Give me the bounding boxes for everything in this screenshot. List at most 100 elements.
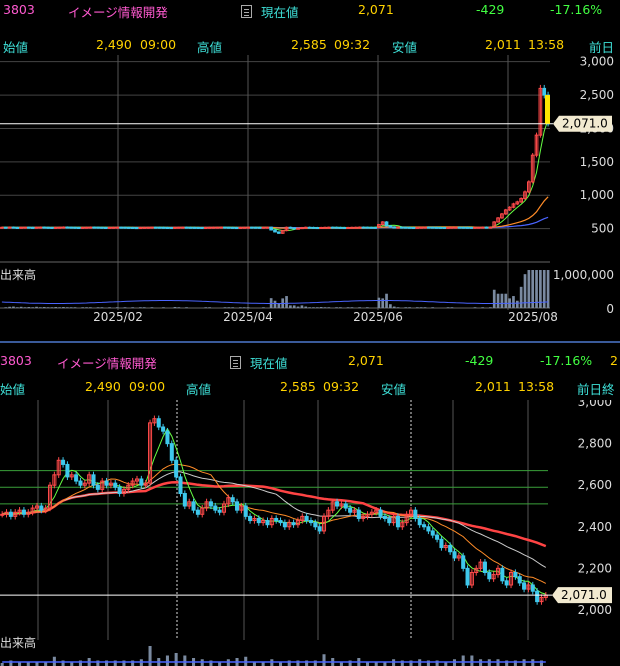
- volume-bar: [15, 307, 19, 308]
- candle-body: [169, 443, 174, 461]
- candle-body: [343, 503, 348, 509]
- volume-bar: [515, 300, 519, 308]
- candle-body: [473, 226, 477, 229]
- x-tick-label: 2025/02: [93, 310, 143, 324]
- low-label-2: 安値: [381, 382, 407, 397]
- volume-bar: [73, 307, 77, 308]
- volume-bar: [123, 307, 127, 308]
- candle-body: [3, 226, 8, 229]
- candle-body: [123, 226, 127, 229]
- volume-bar: [174, 653, 178, 666]
- low-time-2: 13:58: [518, 379, 555, 394]
- candle-body: [434, 226, 439, 229]
- volume-bar: [519, 286, 523, 308]
- volume-label: 出来高: [0, 267, 36, 282]
- volume-bar: [381, 298, 385, 308]
- candle-body: [500, 567, 505, 582]
- volume-bar: [423, 307, 427, 308]
- candle-body: [65, 226, 70, 229]
- open-value: 2,490: [96, 37, 132, 52]
- candle-body: [153, 226, 158, 229]
- volume-bar: [39, 307, 42, 308]
- candle-body: [330, 226, 335, 229]
- volume-bar: [450, 307, 454, 308]
- volume-bar: [335, 307, 338, 308]
- candle-body: [0, 226, 4, 229]
- volume-bar: [183, 655, 187, 666]
- volume-bar: [300, 305, 304, 308]
- candle-body: [50, 226, 54, 229]
- volume-bar: [346, 307, 350, 308]
- volume-bar: [227, 307, 231, 308]
- candle-body: [61, 226, 66, 229]
- volume-bar: [58, 307, 61, 308]
- candle-body: [415, 226, 420, 229]
- candle-body: [250, 226, 254, 229]
- candle-body: [335, 501, 340, 507]
- candle-body: [196, 226, 200, 229]
- candle-body: [42, 226, 47, 229]
- volume-bar: [242, 307, 246, 308]
- candle-body: [203, 226, 208, 229]
- candle-body: [78, 480, 83, 486]
- volume-bar: [150, 307, 154, 308]
- volume-bar: [100, 307, 104, 308]
- candle-body: [19, 226, 23, 229]
- volume-bar: [431, 307, 435, 308]
- candle-body: [191, 501, 196, 511]
- candle-body: [435, 534, 440, 540]
- volume-bar: [365, 307, 369, 308]
- candle-body: [80, 226, 85, 229]
- candle-body: [161, 426, 166, 432]
- candle-body: [77, 226, 81, 229]
- volume-bar: [8, 306, 11, 308]
- intraday-chart-svg[interactable]: 3,000 2,800 2,600 2,400 2,200 2,0002,071.0 出来高: [0, 400, 620, 666]
- candle-body: [208, 501, 213, 507]
- candle-body: [411, 226, 416, 229]
- candle-body: [34, 226, 39, 229]
- ohl-row-2: 始値 2,490 09:00 高値 2,585 09:32 安値 2,011 1…: [0, 377, 620, 397]
- candle-body: [117, 486, 122, 495]
- today-candle-highlight: [545, 95, 550, 124]
- candle-body: [465, 567, 470, 586]
- price-change-pct: -17.16%: [550, 2, 603, 17]
- candle-body: [457, 226, 462, 229]
- candle-body: [448, 544, 453, 553]
- candle-body: [265, 226, 270, 229]
- candle-body: [426, 526, 431, 532]
- volume-bar: [89, 307, 92, 308]
- candle-body: [227, 226, 231, 229]
- candle-body: [156, 418, 161, 428]
- candle-body: [317, 526, 322, 532]
- y-tick-label: 2,400: [578, 520, 612, 534]
- current-price-label-2: 現在値: [250, 356, 288, 371]
- volume-bar: [27, 307, 31, 308]
- candle-body: [348, 507, 353, 513]
- volume-bar: [292, 305, 296, 308]
- volume-bar: [461, 655, 465, 666]
- candle-body: [139, 478, 144, 486]
- candle-body: [11, 226, 16, 229]
- candle-body: [178, 476, 183, 495]
- candle-body: [513, 572, 518, 578]
- candle-body: [84, 226, 89, 229]
- candle-body: [8, 511, 13, 517]
- candle-body: [365, 226, 370, 229]
- volume-bar: [139, 307, 142, 308]
- low-value: 2,011: [485, 37, 521, 52]
- candle-body: [384, 221, 389, 227]
- candle-body: [100, 226, 104, 229]
- volume-bar: [208, 307, 211, 308]
- open-value-2: 2,490: [85, 379, 121, 394]
- ticker-name[interactable]: イメージ情報開発: [68, 2, 168, 21]
- candle-body: [30, 226, 35, 229]
- volume-bar: [262, 307, 265, 308]
- candle-body: [27, 226, 31, 229]
- volume-bar: [35, 306, 38, 308]
- candle-body: [146, 226, 150, 229]
- ticker-name-2[interactable]: イメージ情報開発: [57, 353, 157, 372]
- candle-body: [61, 459, 66, 465]
- candle-body: [300, 227, 304, 230]
- daily-chart-svg[interactable]: 3,0002,5002,0001,5001,0005002,071.0出来高1,…: [0, 55, 620, 340]
- volume-bar: [492, 289, 496, 308]
